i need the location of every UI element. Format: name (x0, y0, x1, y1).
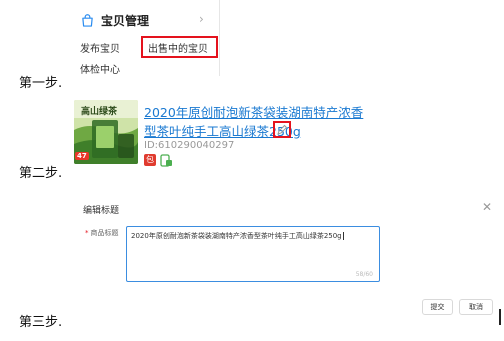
thumbnail-badge: 47 (75, 152, 89, 160)
title-textarea-value: 2020年原创耐泡新茶袋装湖南特产浓香型茶叶纯手工高山绿茶250g (131, 232, 344, 240)
thumbnail-caption: 高山绿茶 (81, 107, 118, 117)
close-icon[interactable]: ✕ (482, 200, 492, 214)
menu-header[interactable]: 宝贝管理 (81, 9, 149, 31)
title-textarea[interactable]: 2020年原创耐泡新茶袋装湖南特产浓香型茶叶纯手工高山绿茶250g 58/60 (126, 226, 380, 282)
chevron-right-icon[interactable]: › (199, 12, 204, 26)
menu-divider (219, 0, 220, 76)
menu-item-publish[interactable]: 发布宝贝 (80, 40, 120, 55)
title-field-label-text: 商品标题 (90, 229, 119, 237)
product-title-line-1[interactable]: 2020年原创耐泡新茶袋装湖南特产浓香 (144, 102, 363, 121)
text-caret (342, 232, 344, 240)
shopping-bag-icon (82, 13, 93, 27)
cancel-button[interactable]: 取消 (459, 299, 493, 315)
product-id: ID:610290040297 (144, 140, 235, 151)
pencil-icon (277, 124, 288, 135)
product-thumbnail[interactable]: 高山绿茶 47 (74, 100, 138, 164)
submit-button[interactable]: 提交 (422, 299, 453, 315)
dialog-title: 编辑标题 (83, 206, 120, 216)
mobile-edit-icon[interactable] (160, 154, 173, 167)
step-two-label: 第二步. (19, 166, 63, 181)
character-counter: 58/60 (355, 271, 373, 278)
required-marker: * (85, 229, 89, 237)
menu-item-health-check[interactable]: 体检中心 (80, 61, 120, 76)
menu-title: 宝贝管理 (101, 13, 150, 28)
on-sale-highlight-box (141, 36, 218, 58)
edit-title-highlight-box[interactable] (273, 121, 291, 138)
text-cursor-bar (499, 309, 501, 325)
title-field-label: * 商品标题 (85, 228, 119, 238)
step-three-label: 第三步. (19, 315, 63, 330)
step-one-label: 第一步. (19, 76, 63, 91)
shipping-tag-icon: 包 (144, 154, 156, 166)
